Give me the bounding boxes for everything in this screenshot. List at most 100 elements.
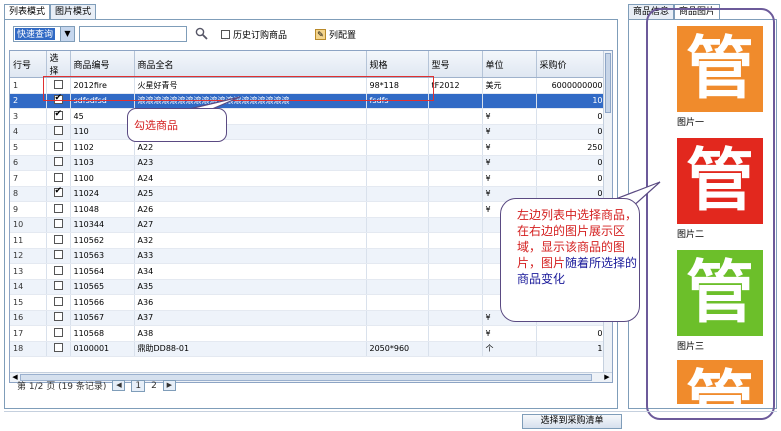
row-select-cell[interactable] [46, 341, 71, 357]
row-select-checkbox[interactable] [53, 312, 63, 322]
row-select-checkbox[interactable] [53, 203, 63, 213]
next-page-icon[interactable]: ▶ [162, 380, 176, 391]
page-1-button[interactable]: 1 [131, 379, 146, 392]
row-select-cell[interactable] [46, 310, 71, 326]
tab-product-info[interactable]: 商品信息 [628, 4, 675, 19]
row-select-checkbox[interactable] [53, 79, 63, 89]
cell-unit: ¥ [482, 170, 537, 187]
product-picture[interactable]: 管 [677, 250, 763, 336]
row-select-checkbox[interactable] [53, 93, 63, 105]
table-row[interactable]: 18 0100001 鼎助DD88-01 2050*960 个 1 [10, 341, 607, 357]
cell-name: A23 [134, 155, 367, 171]
column-header[interactable]: 规格 [366, 51, 429, 78]
row-select-checkbox[interactable] [53, 296, 63, 306]
cell-code: 110567 [70, 310, 135, 326]
column-header[interactable]: 选择 [46, 51, 71, 78]
table-row[interactable]: 4110A2¥0 [10, 124, 607, 140]
row-select-cell[interactable] [46, 248, 71, 264]
row-select-checkbox[interactable] [53, 172, 63, 182]
table-row[interactable]: 2 sdfsdfsd滚滚滚滚滚滚滚滚滚滚滚滚滚滚滚滚滚滚滚fsdfs 10 [10, 93, 607, 109]
row-select-cell[interactable] [46, 201, 71, 218]
column-header[interactable]: 商品全名 [134, 51, 367, 78]
vertical-scroll-thumb[interactable] [605, 53, 611, 113]
history-orders-toggle[interactable]: 历史订购商品 [221, 28, 287, 41]
row-select-cell[interactable] [46, 294, 71, 311]
row-select-cell[interactable] [46, 170, 71, 187]
row-select-cell[interactable] [46, 139, 71, 156]
row-select-checkbox[interactable] [53, 343, 63, 353]
row-select-cell[interactable] [46, 263, 71, 280]
cell-code: 11024 [70, 186, 135, 202]
column-header[interactable]: 商品编号 [70, 51, 135, 78]
row-select-cell[interactable] [46, 217, 71, 233]
description-bubble: 左边列表中选择商品，在右边的图片展示区域，显示该商品的图片，图片随着所选择的商品… [500, 198, 640, 322]
cell-price: 250 [536, 139, 607, 156]
tab-list-mode[interactable]: 列表模式 [4, 4, 51, 19]
row-select-cell[interactable] [46, 124, 71, 140]
row-select-checkbox[interactable] [53, 157, 63, 167]
row-select-checkbox[interactable] [53, 281, 63, 291]
cell-n: 12 [10, 248, 47, 264]
column-config-button[interactable]: ✎ 列配置 [315, 28, 356, 41]
select-to-purchase-list-button[interactable]: 选择到采购清单 [522, 414, 622, 429]
select-tip-text: 勾选商品 [134, 119, 178, 132]
cell-unit: ¥ [482, 139, 537, 156]
tab-picture-mode[interactable]: 图片模式 [50, 4, 97, 19]
search-input[interactable] [79, 26, 187, 42]
cell-code: 2012fire [70, 77, 135, 94]
quick-query-select[interactable]: 快速查询 ▼ [13, 26, 75, 42]
cell-model [428, 341, 483, 357]
row-select-checkbox[interactable] [53, 234, 63, 244]
product-picture[interactable]: 管 [677, 138, 763, 224]
column-header[interactable]: 行号 [10, 51, 47, 78]
chevron-down-icon[interactable]: ▼ [60, 27, 74, 41]
product-picture[interactable]: 管 [677, 360, 763, 404]
row-select-cell[interactable] [46, 279, 71, 295]
cell-n: 3 [10, 108, 47, 125]
cell-code: 1100 [70, 170, 135, 187]
page-2-button[interactable]: 2 [151, 381, 157, 391]
cell-model [428, 217, 483, 233]
cell-code: 110563 [70, 248, 135, 264]
prev-page-icon[interactable]: ◀ [112, 380, 126, 391]
row-select-checkbox[interactable] [53, 250, 63, 260]
history-orders-checkbox[interactable] [221, 30, 230, 39]
row-select-cell[interactable] [46, 108, 71, 125]
row-select-cell[interactable] [46, 93, 71, 109]
column-header[interactable]: 采购价 [536, 51, 607, 78]
row-select-checkbox[interactable] [53, 141, 63, 151]
search-icon[interactable] [195, 27, 209, 41]
row-select-checkbox[interactable] [53, 186, 63, 198]
tab-product-pictures[interactable]: 商品图片 [674, 4, 721, 19]
row-select-cell[interactable] [46, 186, 71, 202]
table-row[interactable]: 345A1¥0 [10, 108, 607, 125]
cell-spec [366, 279, 429, 295]
column-header[interactable]: 型号 [428, 51, 483, 78]
row-select-cell[interactable] [46, 77, 71, 94]
row-select-cell[interactable] [46, 325, 71, 342]
column-header[interactable]: 单位 [482, 51, 537, 78]
cell-model [428, 248, 483, 264]
cell-spec [366, 186, 429, 202]
table-row[interactable]: 1 2012fire 火星好青号 98*118 tF2012 美元 6000000000 [10, 77, 607, 94]
row-select-checkbox[interactable] [53, 109, 63, 120]
row-select-checkbox[interactable] [53, 219, 63, 229]
cell-spec [366, 232, 429, 249]
cell-spec [366, 263, 429, 280]
table-row[interactable]: 17 110568 A38 ¥0 [10, 325, 607, 342]
row-select-checkbox[interactable] [53, 265, 63, 275]
product-picture[interactable]: 管 [677, 26, 763, 112]
cell-spec [366, 155, 429, 171]
row-select-checkbox[interactable] [53, 327, 63, 337]
cell-n: 17 [10, 325, 47, 342]
row-select-cell[interactable] [46, 232, 71, 249]
cell-model [428, 294, 483, 311]
scroll-right-icon[interactable]: ▶ [602, 373, 612, 382]
bottom-divider [4, 411, 777, 412]
row-select-checkbox[interactable] [53, 126, 63, 136]
table-row[interactable]: 7 1100 A24 ¥0 [10, 170, 607, 187]
row-select-cell[interactable] [46, 155, 71, 171]
table-row[interactable]: 6 1103 A23 ¥0 [10, 155, 607, 171]
table-row[interactable]: 5 1102 A22 ¥250 [10, 139, 607, 156]
cell-n: 2 [10, 93, 47, 109]
